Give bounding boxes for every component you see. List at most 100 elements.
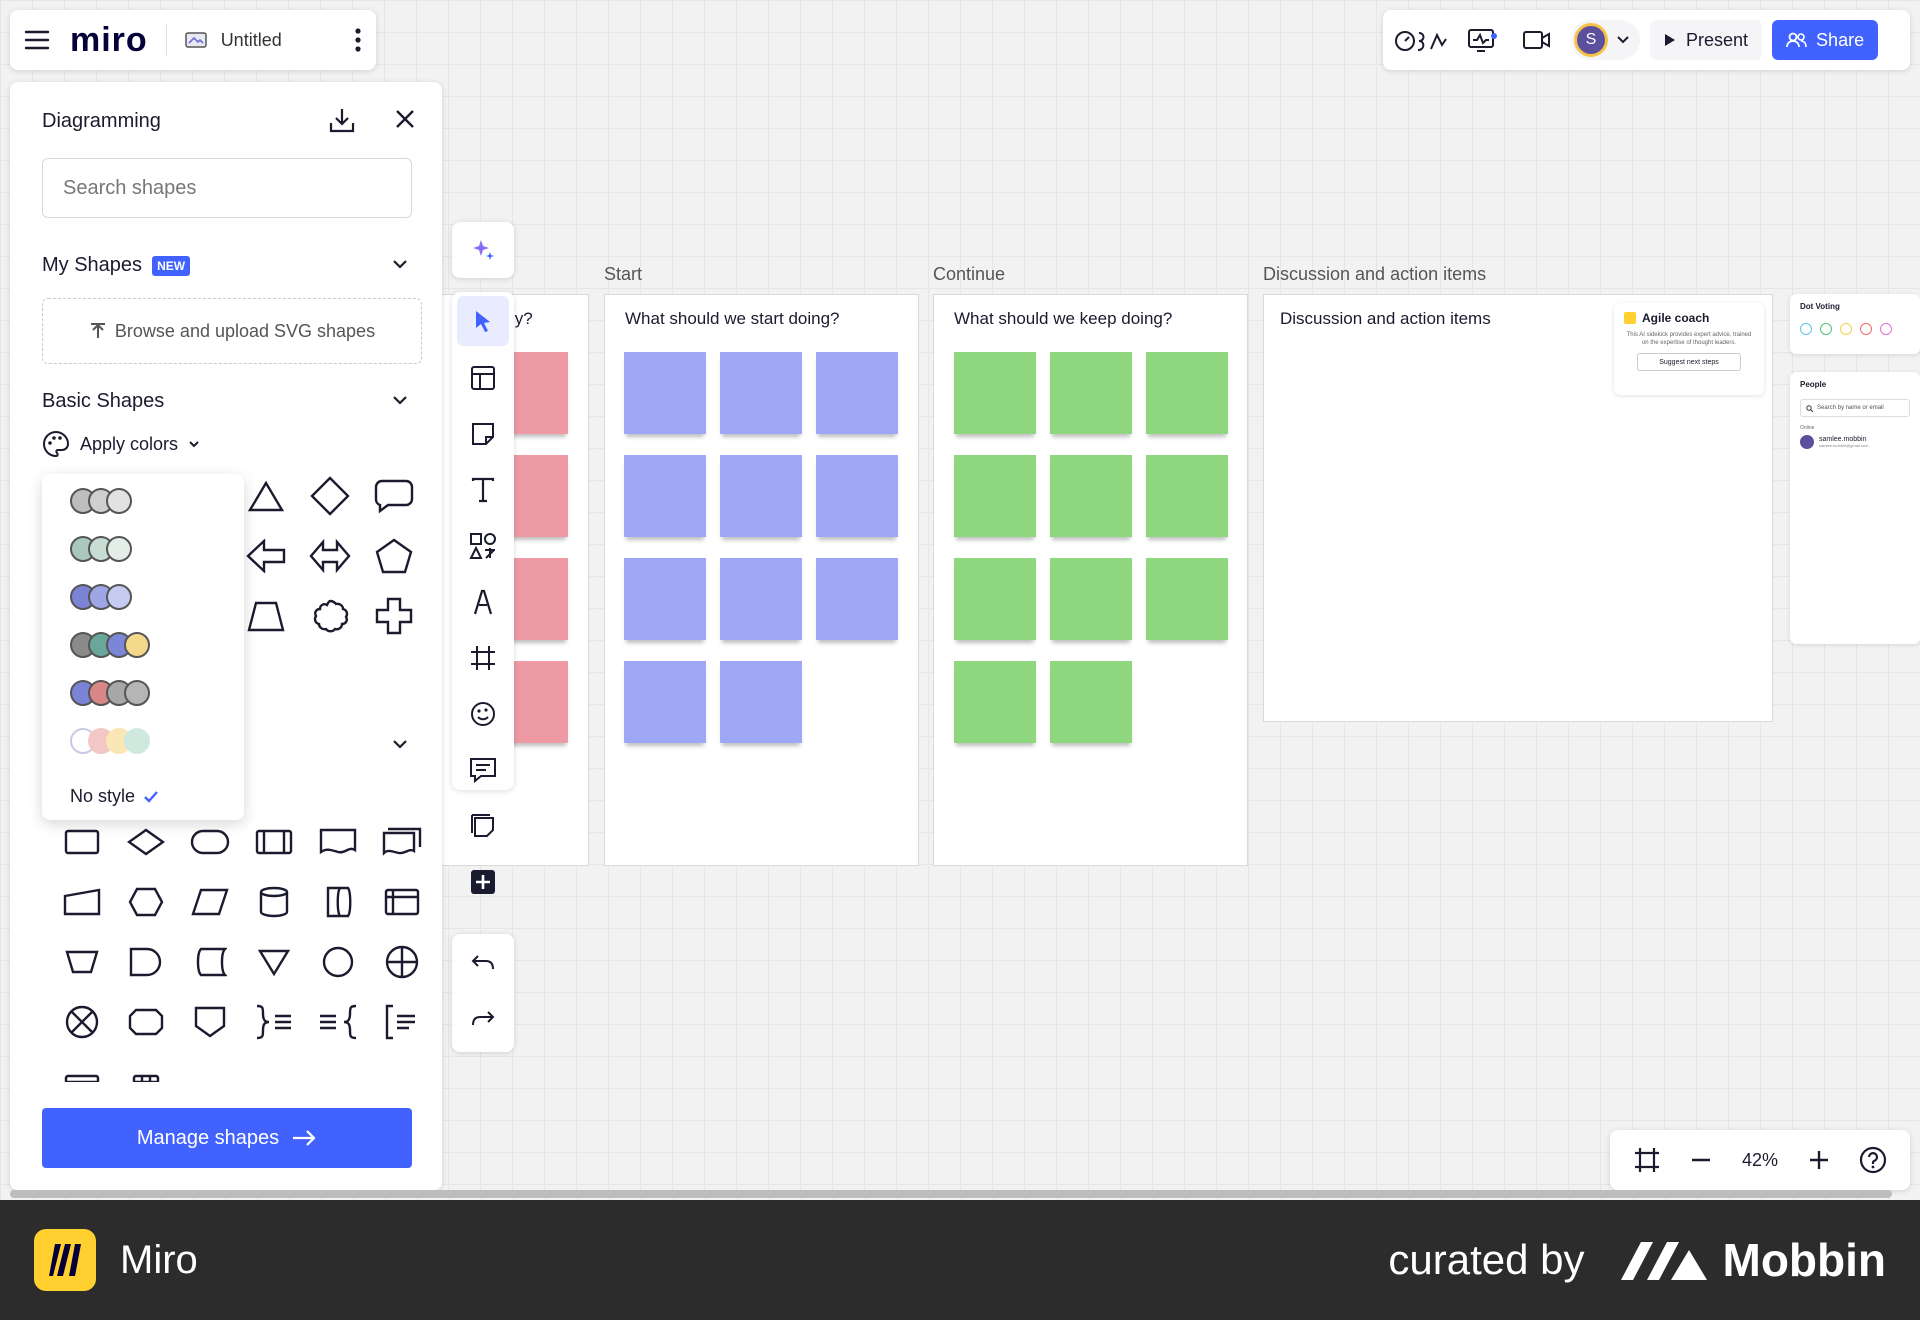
sticky-note[interactable]	[816, 352, 898, 434]
redo-icon[interactable]	[452, 990, 514, 1046]
suggest-next-steps-button[interactable]: Suggest next steps	[1637, 353, 1741, 371]
sticky-note[interactable]	[954, 455, 1036, 537]
dot-voting-widget[interactable]: Dot Voting	[1790, 294, 1920, 354]
activity-icon[interactable]	[1453, 27, 1509, 53]
upload-svg-button[interactable]: Browse and upload SVG shapes	[42, 298, 422, 364]
cross-shape-icon[interactable]	[362, 592, 426, 640]
multi-document-shape-icon[interactable]	[370, 818, 434, 866]
sticky-note[interactable]	[624, 352, 706, 434]
templates-icon[interactable]	[452, 350, 514, 406]
basic-shapes-label[interactable]: Basic Shapes	[42, 390, 164, 413]
board-name[interactable]: Untitled	[221, 30, 282, 51]
sticky-note[interactable]	[1050, 558, 1132, 640]
chevron-down-icon[interactable]	[1616, 35, 1630, 45]
more-options-icon[interactable]	[354, 27, 362, 53]
sticky-note[interactable]	[720, 455, 802, 537]
stickers-icon[interactable]	[452, 686, 514, 742]
no-style-option[interactable]: No style	[70, 786, 159, 807]
download-icon[interactable]	[328, 106, 356, 134]
palette-option[interactable]	[70, 536, 132, 566]
sticky-note[interactable]	[1146, 352, 1228, 434]
apply-colors-button[interactable]: Apply colors	[42, 430, 200, 458]
sticky-stack-icon[interactable]	[452, 798, 514, 854]
hexagon-shape-icon[interactable]	[114, 878, 178, 926]
sticky-note[interactable]	[1146, 455, 1228, 537]
share-button[interactable]: Share	[1772, 20, 1879, 60]
frame-label-start[interactable]: Start	[604, 264, 642, 285]
sticky-note[interactable]	[624, 558, 706, 640]
or-shape-icon[interactable]	[370, 938, 434, 986]
display-shape-icon[interactable]	[114, 998, 178, 1046]
process-shape-icon[interactable]	[50, 818, 114, 866]
pen-icon[interactable]	[452, 574, 514, 630]
video-call-icon[interactable]	[1509, 29, 1565, 51]
agile-coach-card[interactable]: Agile coach This AI sidekick provides ex…	[1614, 303, 1764, 395]
avatar[interactable]: S	[1574, 23, 1608, 57]
frame-label-discussion[interactable]: Discussion and action items	[1263, 264, 1486, 285]
chevron-down-icon[interactable]	[392, 394, 408, 406]
direct-data-shape-icon[interactable]	[306, 878, 370, 926]
summing-junction-shape-icon[interactable]	[50, 998, 114, 1046]
internal-storage-shape-icon[interactable]	[370, 878, 434, 926]
bracket-annotation-icon[interactable]	[370, 998, 434, 1046]
board-thumbnail-icon[interactable]	[184, 32, 207, 48]
palette-option[interactable]	[70, 680, 150, 710]
person-row[interactable]: samlee.mobbin samlee.mobbin@gmail.com	[1800, 435, 1910, 449]
fit-frame-icon[interactable]	[1633, 1146, 1661, 1174]
pentagon-shape-icon[interactable]	[362, 532, 426, 580]
help-icon[interactable]	[1859, 1146, 1887, 1174]
diamond-shape-icon[interactable]	[298, 472, 362, 520]
brace-left-annotation-icon[interactable]	[242, 998, 306, 1046]
manual-operation-shape-icon[interactable]	[50, 938, 114, 986]
close-icon[interactable]	[394, 108, 416, 130]
horizontal-scrollbar[interactable]	[10, 1190, 1892, 1198]
palette-option[interactable]	[70, 488, 132, 518]
add-apps-icon[interactable]	[452, 854, 514, 910]
speech-bubble-shape-icon[interactable]	[362, 472, 426, 520]
collaborators-menu[interactable]: S	[1571, 20, 1640, 60]
sticky-note[interactable]	[624, 455, 706, 537]
sticky-note[interactable]	[1146, 558, 1228, 640]
zoom-in-icon[interactable]	[1808, 1149, 1830, 1171]
delay-shape-icon[interactable]	[114, 938, 178, 986]
sticky-note[interactable]	[816, 455, 898, 537]
my-shapes-header[interactable]: My Shapes NEW	[42, 254, 191, 277]
menu-icon[interactable]	[24, 30, 50, 50]
sticky-note[interactable]	[720, 661, 802, 743]
search-shapes-input[interactable]	[42, 158, 412, 218]
people-search[interactable]: Search by name or email	[1800, 399, 1910, 417]
terminator-shape-icon[interactable]	[178, 818, 242, 866]
frame-label-continue[interactable]: Continue	[933, 264, 1005, 285]
sticky-note[interactable]	[816, 558, 898, 640]
present-button[interactable]: Present	[1650, 20, 1763, 60]
document-shape-icon[interactable]	[306, 818, 370, 866]
reactions-icon[interactable]	[1389, 27, 1453, 53]
text-icon[interactable]	[452, 462, 514, 518]
sticky-note[interactable]	[954, 661, 1036, 743]
predefined-process-shape-icon[interactable]	[242, 818, 306, 866]
chevron-down-icon[interactable]	[392, 258, 408, 270]
parallelogram-shape-icon[interactable]	[178, 878, 242, 926]
select-tool-icon[interactable]	[457, 296, 509, 346]
people-widget[interactable]: People Search by name or email Online sa…	[1790, 372, 1920, 644]
database-shape-icon[interactable]	[242, 878, 306, 926]
ai-sparkle-icon[interactable]	[452, 222, 514, 278]
shapes-icon[interactable]	[452, 518, 514, 574]
comment-icon[interactable]	[452, 742, 514, 798]
palette-option[interactable]	[70, 584, 132, 614]
sticky-note[interactable]	[1050, 661, 1132, 743]
decision-shape-icon[interactable]	[114, 818, 178, 866]
sticky-note-icon[interactable]	[452, 406, 514, 462]
sticky-note[interactable]	[720, 558, 802, 640]
double-arrow-shape-icon[interactable]	[298, 532, 362, 580]
frame-icon[interactable]	[452, 630, 514, 686]
stored-data-shape-icon[interactable]	[178, 938, 242, 986]
zoom-out-icon[interactable]	[1690, 1158, 1712, 1162]
sticky-note[interactable]	[624, 661, 706, 743]
sticky-note[interactable]	[720, 352, 802, 434]
manual-input-shape-icon[interactable]	[50, 878, 114, 926]
sticky-note[interactable]	[1050, 455, 1132, 537]
chevron-down-icon[interactable]	[392, 738, 408, 750]
manage-shapes-button[interactable]: Manage shapes	[42, 1108, 412, 1168]
sticky-note[interactable]	[954, 558, 1036, 640]
